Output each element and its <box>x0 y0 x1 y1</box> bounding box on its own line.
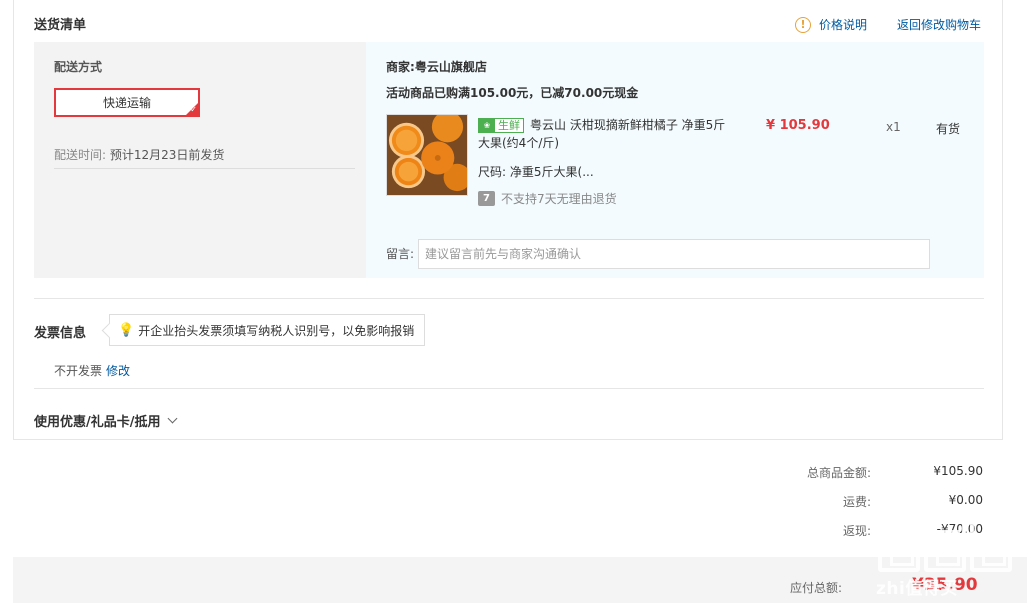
delivery-time-label: 配送时间: <box>54 148 107 162</box>
fresh-badge-label: 生鲜 <box>498 118 520 132</box>
product-quantity: x1 <box>886 120 901 134</box>
seven-day-return-icon: 7 <box>478 191 495 206</box>
check-icon: ✓ <box>190 105 197 114</box>
delivery-method-label: 配送方式 <box>54 60 103 74</box>
shipping-option-label: 快递运输 <box>102 96 151 110</box>
delivery-method-panel: 配送方式 快递运输 ✓ 配送时间: 预计12月23日前发货 <box>34 42 366 278</box>
size-value: 净重5斤大果(... <box>509 165 594 179</box>
invoice-status: 不开发票 修改 <box>54 362 130 379</box>
shipping-fee-value: ¥0.00 <box>948 493 983 507</box>
delivery-box: 配送方式 快递运输 ✓ 配送时间: 预计12月23日前发货 商家:粤云山旗舰店 … <box>34 42 984 278</box>
express-shipping-option[interactable]: 快递运输 ✓ <box>54 88 200 117</box>
size-label: 尺码: <box>478 165 507 179</box>
price-note-label: 价格说明 <box>819 18 868 32</box>
divider <box>34 388 984 389</box>
shipping-fee-label: 运费: <box>842 495 871 509</box>
note-label: 留言: <box>386 247 415 261</box>
order-panel: 送货清单 ! 价格说明 返回修改购物车 配送方式 快递运输 ✓ 配送时间: 预计… <box>13 0 1003 440</box>
product-size: 尺码: 净重5斤大果(... <box>478 163 594 180</box>
product-image[interactable] <box>386 114 468 196</box>
total-bar: 应付总额: ¥35.90 <box>13 557 1027 603</box>
goods-total-value: ¥105.90 <box>933 464 983 478</box>
coupon-toggle[interactable]: 使用优惠/礼品卡/抵用 <box>34 411 177 430</box>
stock-status: 有货 <box>936 122 961 136</box>
fresh-leaf-icon: ❀ <box>479 119 495 132</box>
invoice-title: 发票信息 <box>34 326 87 341</box>
divider <box>34 298 984 299</box>
total-label: 应付总额: <box>790 581 843 595</box>
delivery-time-value: 预计12月23日前发货 <box>109 148 225 162</box>
fresh-badge: ❀ 生鲜 <box>478 118 524 133</box>
cashback-row: 返现: -¥70.00 <box>791 522 983 539</box>
merchant-panel: 商家:粤云山旗舰店 活动商品已购满105.00元，已减70.00元现金 ❀ 生鲜… <box>366 42 984 278</box>
coupon-label: 使用优惠/礼品卡/抵用 <box>34 415 161 430</box>
merchant-name: 商家:粤云山旗舰店 <box>386 58 487 75</box>
cashback-label: 返现: <box>842 524 871 538</box>
divider <box>54 168 355 169</box>
cashback-value: -¥70.00 <box>936 522 983 536</box>
merchant-value: 粤云山旗舰店 <box>414 60 487 74</box>
section-title: 送货清单 <box>34 18 87 33</box>
delivery-time: 配送时间: 预计12月23日前发货 <box>54 146 224 163</box>
orange-image-icon <box>387 115 467 195</box>
merchant-label: 商家: <box>386 60 415 74</box>
invoice-status-text: 不开发票 <box>54 364 103 378</box>
goods-total-row: 总商品金额: ¥105.90 <box>791 464 983 481</box>
back-to-cart-link[interactable]: 返回修改购物车 <box>897 16 981 33</box>
total-value: ¥35.90 <box>912 575 978 595</box>
chevron-down-icon <box>167 413 177 424</box>
goods-total-label: 总商品金额: <box>806 466 871 480</box>
promo-text: 活动商品已购满105.00元，已减70.00元现金 <box>386 86 639 100</box>
lightbulb-icon: 💡 <box>118 322 135 338</box>
warning-icon: ! <box>795 16 811 33</box>
price-note-link[interactable]: ! 价格说明 <box>795 16 867 33</box>
invoice-tip: 💡 开企业抬头发票须填写纳税人识别号，以免影响报销 <box>109 314 426 346</box>
note-input[interactable] <box>418 239 930 269</box>
shipping-fee-row: 运费: ¥0.00 <box>791 493 983 510</box>
return-policy: 7 不支持7天无理由退货 <box>478 190 617 207</box>
invoice-edit-link[interactable]: 修改 <box>106 364 130 378</box>
product-price: ¥ 105.90 <box>766 118 830 133</box>
product-title[interactable]: ❀ 生鲜 粤云山 沃柑现摘新鲜柑橘子 净重5斤大果(约4个/斤) <box>478 116 728 152</box>
return-policy-text: 不支持7天无理由退货 <box>501 192 617 206</box>
invoice-tip-text: 开企业抬头发票须填写纳税人识别号，以免影响报销 <box>138 323 415 338</box>
